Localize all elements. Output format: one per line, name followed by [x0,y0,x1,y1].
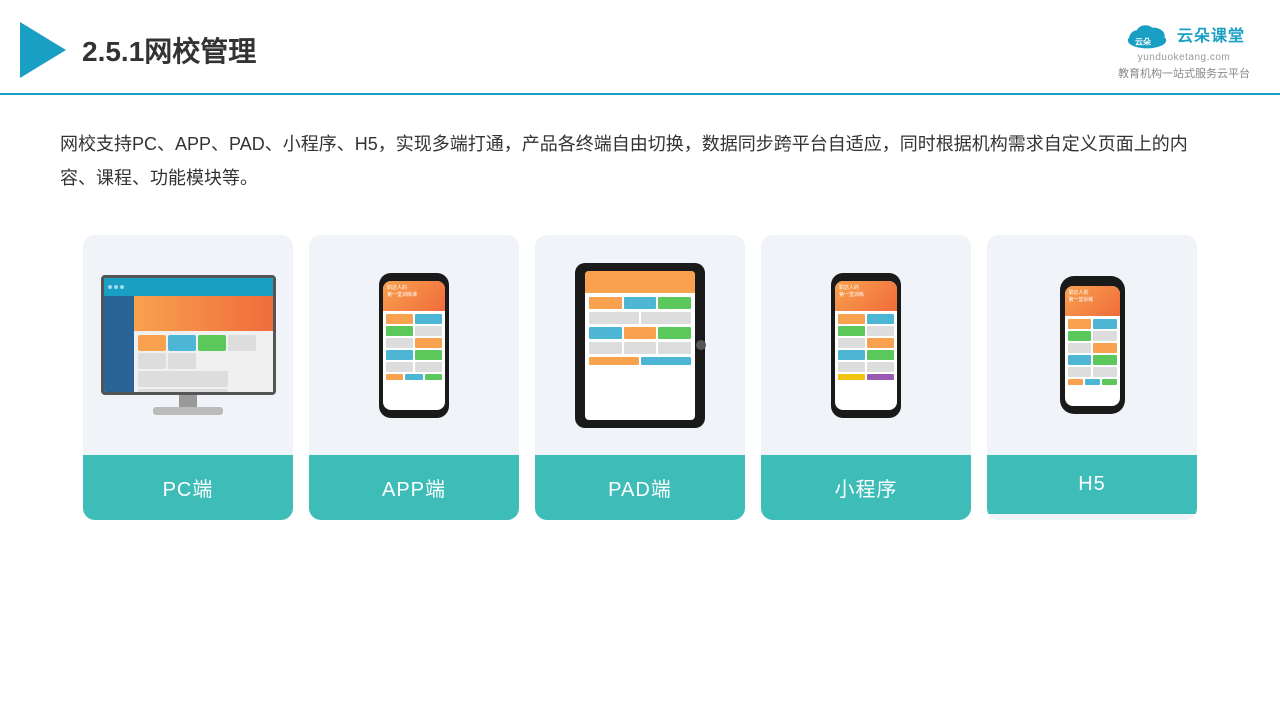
page-title: 2.5.1网校管理 [82,30,256,70]
tablet-screen [585,271,695,420]
description-text: 网校支持PC、APP、PAD、小程序、H5，实现多端打通，产品各终端自由切换，数… [0,95,1280,215]
cards-container: PC端 职达人的第一堂训练课 [0,215,1280,550]
card-miniapp-image: 职达人的第一堂训练 [761,235,971,455]
header-left: 2.5.1网校管理 [20,22,256,78]
phone-notch-miniapp [855,275,877,281]
brand-logo: 云朵 云朵课堂 yunduoketang.com 教育机构一站式服务云平台 [1118,18,1250,81]
card-pad: PAD端 [535,235,745,520]
card-app-image: 职达人的第一堂训练课 [309,235,519,455]
cloud-icon: 云朵 [1123,18,1171,50]
card-h5-image: 职达人的第一堂训练 [987,235,1197,455]
svg-text:云朵: 云朵 [1135,36,1151,46]
card-h5: 职达人的第一堂训练 [987,235,1197,520]
phone-notch-app [403,275,425,281]
card-h5-label: H5 [987,455,1197,514]
tablet-mockup [575,263,705,428]
pc-mockup [101,275,276,415]
phone-notch-h5 [1082,278,1102,283]
tablet-frame [575,263,705,428]
brand-slogan: 教育机构一站式服务云平台 [1118,65,1250,81]
header: 2.5.1网校管理 云朵 云朵课堂 yunduoketang.com 教育机构一… [0,0,1280,95]
card-pad-image [535,235,745,455]
card-app: 职达人的第一堂训练课 [309,235,519,520]
phone-mockup-app: 职达人的第一堂训练课 [379,273,449,418]
phone-screen-miniapp: 职达人的第一堂训练 [835,281,897,410]
logo-triangle-icon [20,22,66,78]
phone-screen-app: 职达人的第一堂训练课 [383,281,445,410]
phone-frame-h5: 职达人的第一堂训练 [1060,276,1125,414]
card-pc-label: PC端 [83,455,293,520]
phone-mockup-h5: 职达人的第一堂训练 [1060,276,1125,414]
card-pc: PC端 [83,235,293,520]
phone-frame-miniapp: 职达人的第一堂训练 [831,273,901,418]
phone-mockup-miniapp: 职达人的第一堂训练 [831,273,901,418]
pc-screen [101,275,276,395]
phone-frame-app: 职达人的第一堂训练课 [379,273,449,418]
card-miniapp-label: 小程序 [761,455,971,520]
brand-name-en: yunduoketang.com [1138,52,1231,63]
card-pc-image [83,235,293,455]
card-app-label: APP端 [309,455,519,520]
tablet-home-btn [696,340,706,350]
card-pad-label: PAD端 [535,455,745,520]
phone-screen-h5: 职达人的第一堂训练 [1065,286,1120,406]
brand-name-cn: 云朵课堂 [1177,22,1245,46]
brand-cloud: 云朵 云朵课堂 [1123,18,1245,50]
card-miniapp: 职达人的第一堂训练 [761,235,971,520]
